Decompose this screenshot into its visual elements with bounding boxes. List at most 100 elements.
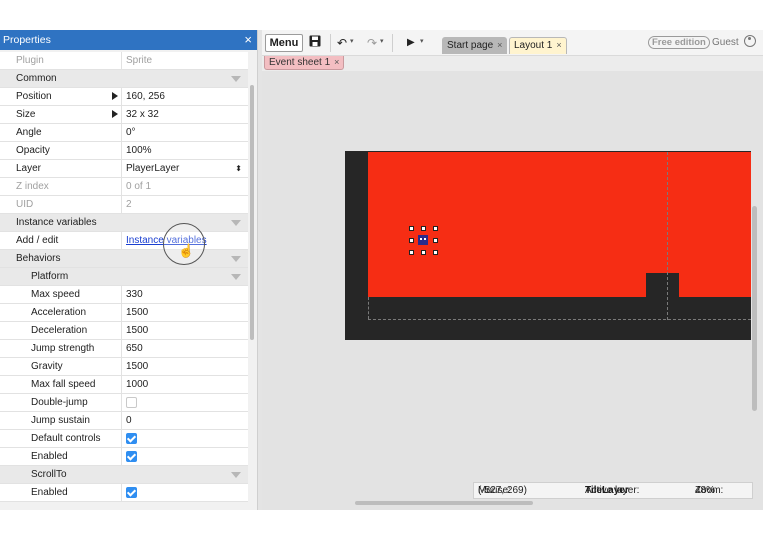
property-checkbox[interactable] — [126, 394, 244, 411]
play-dropdown-icon[interactable]: ▾ — [420, 37, 424, 45]
horizontal-scrollbar[interactable] — [355, 501, 533, 505]
collapse-triangle-icon[interactable] — [231, 256, 241, 262]
resize-handle[interactable] — [409, 226, 414, 231]
property-value[interactable]: 1500 — [126, 304, 244, 321]
checkbox-icon[interactable] — [126, 487, 137, 498]
property-row[interactable]: Gravity 1500 — [0, 358, 248, 376]
tab-layout-1[interactable]: Layout 1 × — [509, 37, 567, 54]
checkbox-icon[interactable] — [126, 433, 137, 444]
user-name[interactable]: Guest — [712, 36, 739, 49]
property-value[interactable]: 330 — [126, 286, 244, 303]
property-row[interactable]: Opacity 100% — [0, 142, 248, 160]
property-value[interactable]: 1500 — [126, 358, 244, 375]
property-row[interactable]: Max speed 330 — [0, 286, 248, 304]
property-row[interactable]: Layer PlayerLayer ⬍ — [0, 160, 248, 178]
property-section[interactable]: Platform — [0, 268, 248, 286]
property-row[interactable]: Double-jump — [0, 394, 248, 412]
property-row[interactable]: Jump strength 650 — [0, 340, 248, 358]
property-value[interactable]: Sprite — [126, 52, 244, 69]
play-icon[interactable]: ▶ — [407, 35, 415, 51]
layout-canvas[interactable]: Mouse: (-527, 269) Active layer: TileLay… — [262, 71, 763, 510]
save-icon[interactable] — [309, 35, 321, 51]
property-value[interactable]: 100% — [126, 142, 244, 159]
property-section[interactable]: Instance variables — [0, 214, 248, 232]
property-name: Angle — [16, 124, 122, 141]
property-value[interactable]: 2 — [126, 196, 244, 213]
property-value-text: 0° — [126, 127, 136, 138]
expand-arrow-icon[interactable] — [112, 92, 118, 100]
property-value-text: 650 — [126, 343, 143, 354]
redo-icon[interactable]: ↷ — [367, 35, 377, 51]
close-icon[interactable]: × — [497, 40, 502, 50]
layout-background[interactable] — [368, 152, 751, 297]
property-row[interactable]: Acceleration 1500 — [0, 304, 248, 322]
main-toolbar: Menu ↶ ▾ ↷ ▾ ▶ ▾ Start page × Layout 1 × F… — [262, 30, 763, 56]
property-row[interactable]: Size 32 x 32 — [0, 106, 248, 124]
property-row[interactable]: Enabled — [0, 484, 248, 502]
collapse-triangle-icon[interactable] — [231, 472, 241, 478]
player-sprite[interactable] — [418, 235, 428, 245]
property-value[interactable]: 32 x 32 — [126, 106, 244, 123]
property-row[interactable]: UID 2 — [0, 196, 248, 214]
property-row[interactable]: Enabled — [0, 448, 248, 466]
checkbox-icon[interactable] — [126, 451, 137, 462]
property-value[interactable]: 1000 — [126, 376, 244, 393]
property-value[interactable]: PlayerLayer ⬍ — [126, 160, 244, 177]
property-name: Acceleration — [31, 304, 122, 321]
property-value[interactable]: 650 — [126, 340, 244, 357]
property-section[interactable]: Behaviors — [0, 250, 248, 268]
select-arrows-icon[interactable]: ⬍ — [235, 160, 242, 177]
property-row[interactable]: Plugin Sprite — [0, 52, 248, 70]
close-icon[interactable]: × — [556, 40, 561, 50]
resize-handle[interactable] — [421, 226, 426, 231]
property-value[interactable]: 0 — [126, 412, 244, 429]
property-name: Deceleration — [31, 322, 122, 339]
property-checkbox[interactable] — [126, 448, 244, 465]
property-value[interactable]: 1500 — [126, 322, 244, 339]
tab-start-page[interactable]: Start page × — [442, 37, 508, 54]
close-icon[interactable]: × — [244, 30, 252, 50]
collapse-triangle-icon[interactable] — [231, 274, 241, 280]
resize-handle[interactable] — [421, 250, 426, 255]
resize-handle[interactable] — [433, 226, 438, 231]
resize-handle[interactable] — [409, 238, 414, 243]
resize-handle[interactable] — [409, 250, 414, 255]
property-row[interactable]: Max fall speed 1000 — [0, 376, 248, 394]
active-layer: Active layer: TileLayer — [585, 483, 639, 498]
tab-event-sheet-1[interactable]: Event sheet 1 × — [264, 56, 345, 70]
property-row[interactable]: Z index 0 of 1 — [0, 178, 248, 196]
property-name: Jump sustain — [31, 412, 122, 429]
menu-button[interactable]: Menu — [265, 34, 303, 52]
property-row[interactable]: Default controls — [0, 430, 248, 448]
active-layer-label: Active layer: — [585, 485, 640, 496]
property-name: Max speed — [31, 286, 122, 303]
property-value[interactable]: 0 of 1 — [126, 178, 244, 195]
property-row[interactable]: Angle 0° — [0, 124, 248, 142]
property-value[interactable]: 160, 256 — [126, 88, 244, 105]
expand-arrow-icon[interactable] — [112, 110, 118, 118]
user-icon[interactable] — [744, 35, 756, 47]
property-row[interactable]: Deceleration 1500 — [0, 322, 248, 340]
property-row[interactable]: Position 160, 256 — [0, 88, 248, 106]
property-row[interactable]: Jump sustain 0 — [0, 412, 248, 430]
property-row[interactable]: Add / edit Instance variables — [0, 232, 248, 250]
close-icon[interactable]: × — [334, 57, 339, 67]
resize-handle[interactable] — [433, 238, 438, 243]
property-name: Layer — [16, 160, 122, 177]
property-value[interactable]: 0° — [126, 124, 244, 141]
collapse-triangle-icon[interactable] — [231, 76, 241, 82]
redo-dropdown-icon[interactable]: ▾ — [380, 37, 384, 45]
property-section[interactable]: Common — [0, 70, 248, 88]
property-checkbox[interactable] — [126, 484, 244, 501]
checkbox-icon[interactable] — [126, 397, 137, 408]
tilemap-block[interactable] — [646, 273, 679, 297]
undo-dropdown-icon[interactable]: ▾ — [350, 37, 354, 45]
property-section[interactable]: ScrollTo — [0, 466, 248, 484]
vertical-scrollbar[interactable] — [752, 206, 757, 411]
free-edition-badge[interactable]: Free edition — [648, 36, 710, 49]
undo-icon[interactable]: ↶ — [337, 35, 347, 51]
property-checkbox[interactable] — [126, 430, 244, 447]
resize-handle[interactable] — [433, 250, 438, 255]
properties-scrollbar[interactable] — [250, 85, 254, 340]
collapse-triangle-icon[interactable] — [231, 220, 241, 226]
